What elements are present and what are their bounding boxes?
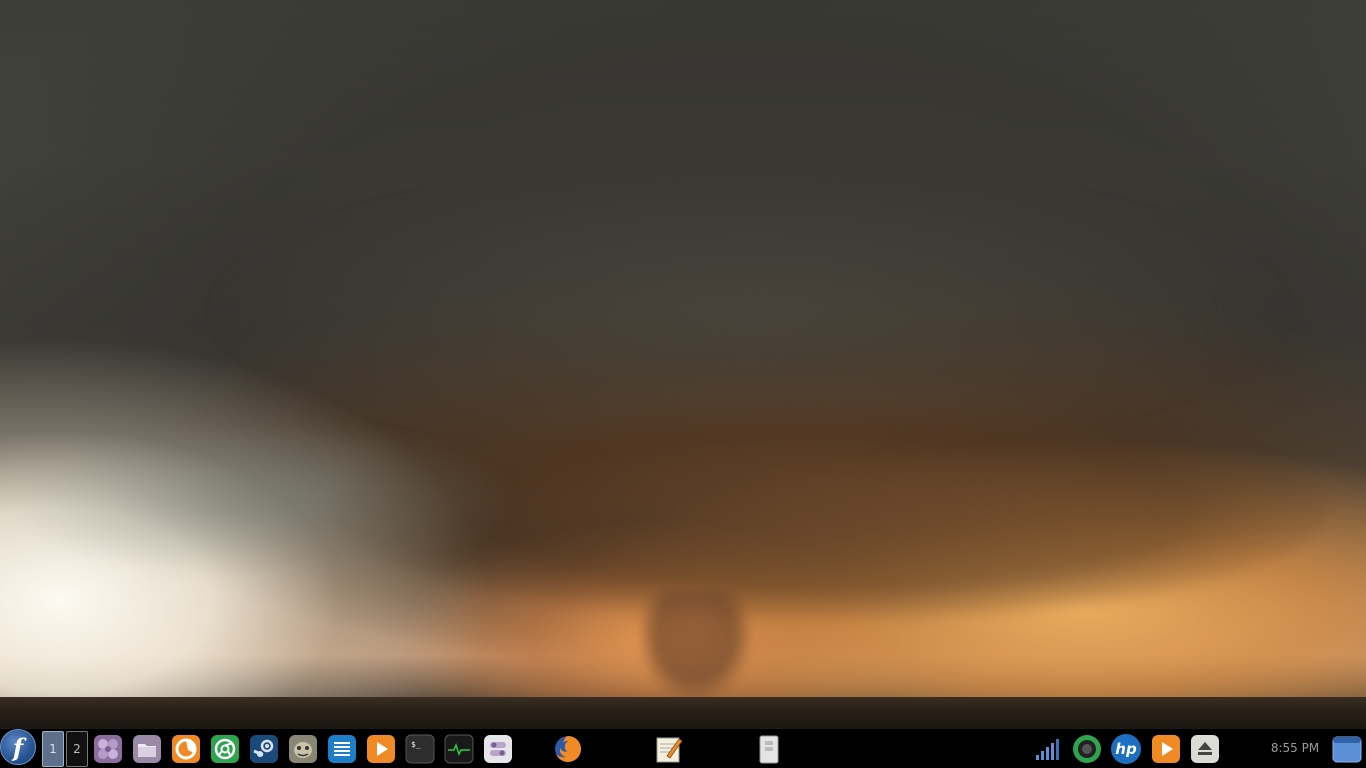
system-monitor-icon[interactable] xyxy=(443,733,475,765)
steam-icon[interactable] xyxy=(248,733,280,765)
workspace-1-button[interactable]: 1 xyxy=(42,731,64,767)
tornado-funnel xyxy=(640,590,750,700)
network-signal-icon[interactable] xyxy=(1030,733,1062,765)
disk-usage-icon[interactable] xyxy=(1071,733,1103,765)
chrome-icon[interactable] xyxy=(209,733,241,765)
fedora-logo-icon[interactable]: f xyxy=(0,729,36,765)
start-glyph: f xyxy=(12,732,24,762)
text-document-icon[interactable] xyxy=(326,733,358,765)
media-player-icon[interactable] xyxy=(365,733,397,765)
taskbar: f 1 2 $_ hp 8:55 PM xyxy=(0,728,1366,768)
text-editor-window-icon[interactable] xyxy=(653,733,685,765)
gimp-icon[interactable] xyxy=(287,733,319,765)
hp-printer-icon[interactable]: hp xyxy=(1110,733,1142,765)
terminal-prompt: $_ xyxy=(411,740,421,749)
terminal-icon[interactable]: $_ xyxy=(404,733,436,765)
eject-icon[interactable] xyxy=(1189,733,1221,765)
firefox-window-icon[interactable] xyxy=(552,733,584,765)
storm-cloud-left-edge xyxy=(0,420,520,580)
archive-window-icon[interactable] xyxy=(753,733,785,765)
settings-toggle-icon[interactable] xyxy=(482,733,514,765)
clock[interactable]: 8:55 PM xyxy=(1262,741,1328,755)
file-manager-icon[interactable] xyxy=(131,733,163,765)
xfce-settings-icon[interactable] xyxy=(92,733,124,765)
horizon-ground xyxy=(0,697,1366,728)
firefox-launcher-icon[interactable] xyxy=(170,733,202,765)
desktop-wallpaper xyxy=(0,0,1366,728)
workspace-2-button[interactable]: 2 xyxy=(66,731,88,767)
workspace-label: 1 xyxy=(49,742,57,756)
show-desktop-icon[interactable] xyxy=(1331,733,1363,765)
media-player-tray-icon[interactable] xyxy=(1150,733,1182,765)
workspace-label: 2 xyxy=(73,742,81,756)
svg-text:hp: hp xyxy=(1115,740,1137,758)
